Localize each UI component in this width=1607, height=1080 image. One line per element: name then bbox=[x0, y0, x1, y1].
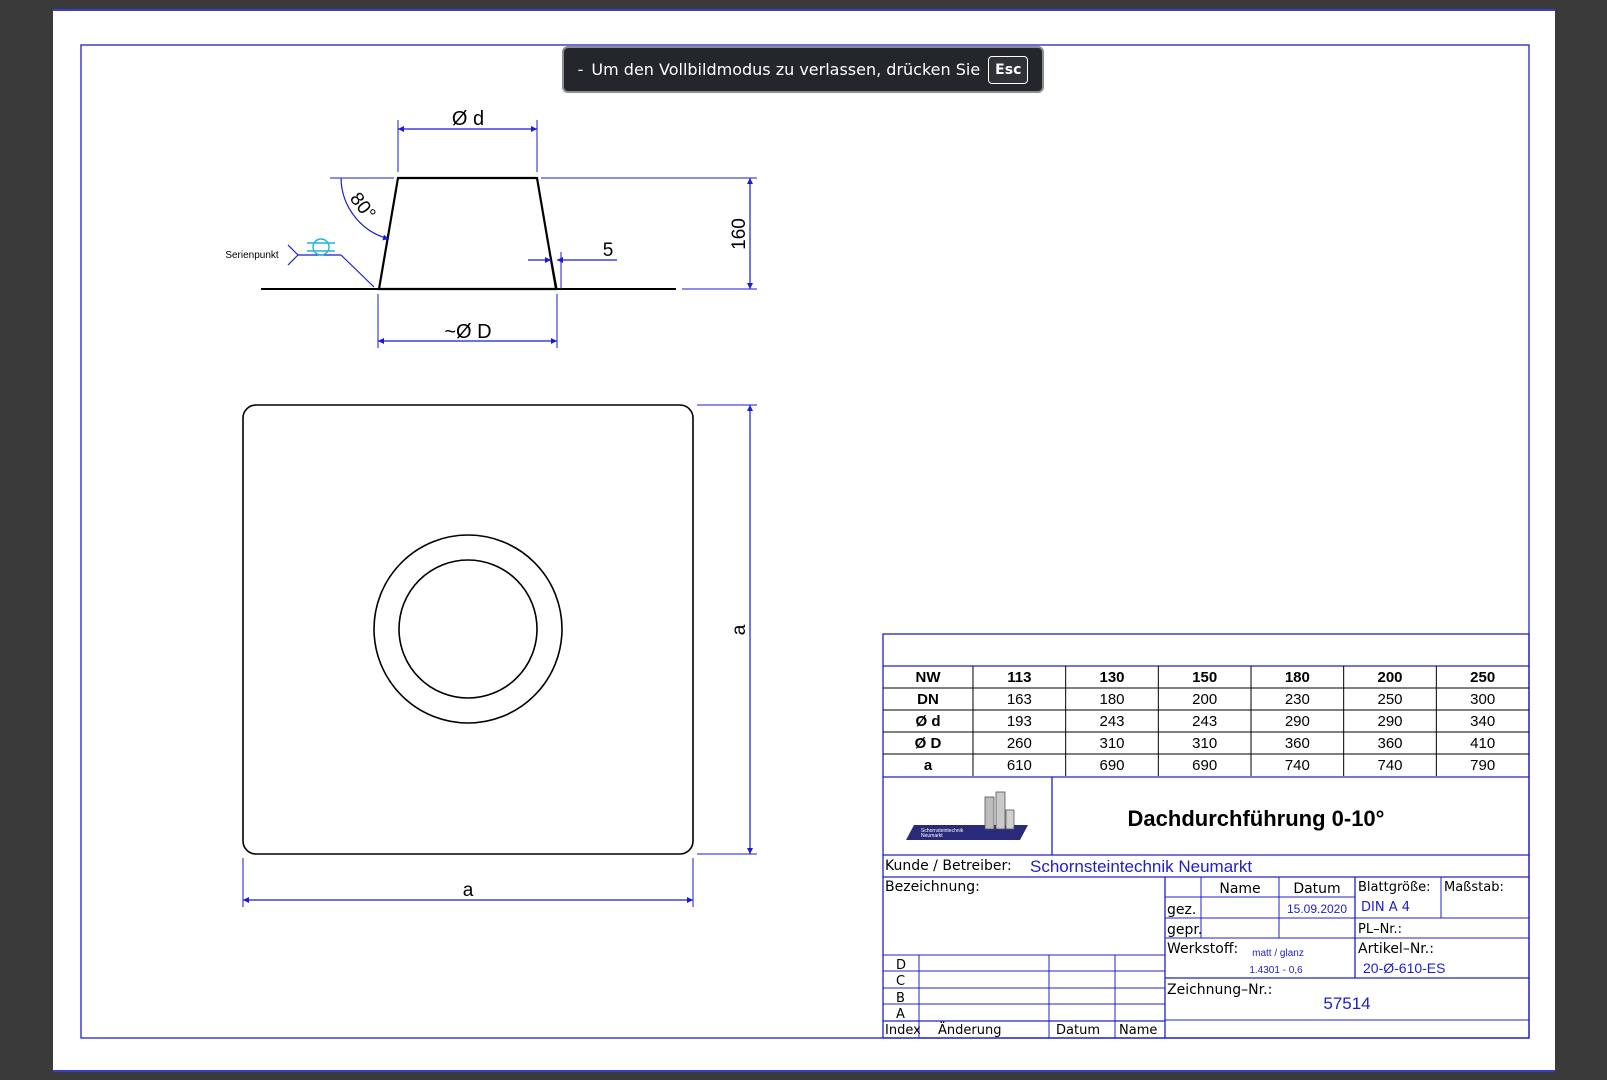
dim-label-wall: 5 bbox=[603, 240, 614, 261]
table-cell: 360 bbox=[1285, 735, 1310, 752]
table-column-header: 150 bbox=[1192, 669, 1217, 686]
designation-label: Bezeichnung: bbox=[885, 879, 980, 895]
leader-tail bbox=[287, 254, 299, 266]
table-column-header: 200 bbox=[1377, 669, 1402, 686]
dimension-table-cells: NW 113 130 150 180 200 250 DN 163 180 200 230 250 300… bbox=[915, 669, 1496, 774]
table-column-header: 250 bbox=[1470, 669, 1495, 686]
wall-line bbox=[550, 256, 558, 290]
table-cell: 690 bbox=[1099, 757, 1124, 774]
table-cell: 260 bbox=[1007, 735, 1032, 752]
table-cell: 740 bbox=[1377, 757, 1402, 774]
table-column-header: 130 bbox=[1099, 669, 1124, 686]
logo-text: Neumarkt bbox=[921, 833, 943, 839]
table-cell: 163 bbox=[1007, 691, 1032, 708]
table-cell: 290 bbox=[1377, 713, 1402, 730]
table-row-header: DN bbox=[917, 691, 939, 708]
drawn-label: gez. bbox=[1167, 902, 1196, 918]
table-cell: 690 bbox=[1192, 757, 1217, 774]
logo-pipe bbox=[984, 796, 995, 830]
article-label: Artikel–Nr.: bbox=[1358, 941, 1434, 957]
revision-letter: D bbox=[896, 958, 906, 973]
table-row-header: NW bbox=[916, 669, 942, 686]
company-logo: Schornsteintechnik Neumarkt bbox=[906, 791, 1028, 840]
table-cell: 610 bbox=[1007, 757, 1032, 774]
material-label: Werkstoff: bbox=[1167, 941, 1238, 957]
revision-date-header: Datum bbox=[1056, 1023, 1100, 1038]
table-cell: 230 bbox=[1285, 691, 1310, 708]
scale-label: Maßstab: bbox=[1444, 880, 1504, 895]
table-cell: 243 bbox=[1192, 713, 1217, 730]
customer-label: Kunde / Betreiber: bbox=[885, 858, 1012, 874]
table-cell: 340 bbox=[1470, 713, 1495, 730]
customer-value: Schornsteintechnik Neumarkt bbox=[1030, 857, 1252, 876]
table-row-header: Ø d bbox=[916, 713, 941, 730]
table-column-header: 113 bbox=[1007, 669, 1031, 686]
revision-index-header: Index bbox=[885, 1023, 921, 1038]
table-cell: 250 bbox=[1377, 691, 1402, 708]
inner-circle bbox=[398, 559, 538, 699]
weld-symbol-icon bbox=[312, 238, 330, 256]
article-value: 20-Ø-610-ES bbox=[1363, 960, 1445, 976]
table-column-header: 180 bbox=[1285, 669, 1310, 686]
top-view: a a bbox=[242, 404, 757, 907]
table-cell: 290 bbox=[1285, 713, 1310, 730]
material-finish: matt / glanz bbox=[1252, 948, 1304, 959]
drawing-title: Dachdurchführung 0-10° bbox=[1128, 806, 1385, 831]
checked-label: gepr. bbox=[1167, 922, 1202, 938]
notice-dash: - bbox=[577, 60, 584, 79]
dim-label-d: Ø d bbox=[452, 108, 484, 130]
technical-drawing: Ø d ~Ø D 160 80° 5 Serienpunkt a a NW 11… bbox=[80, 44, 1530, 1039]
sheet-size-label: Blattgröße: bbox=[1358, 880, 1431, 895]
dim-label-a-vertical: a bbox=[729, 624, 750, 635]
table-row-header: a bbox=[924, 757, 933, 774]
table-cell: 360 bbox=[1377, 735, 1402, 752]
date-header: Datum bbox=[1293, 881, 1340, 897]
dim-label-a-horizontal: a bbox=[463, 880, 474, 901]
dim-label-height: 160 bbox=[729, 218, 750, 250]
table-cell: 243 bbox=[1099, 713, 1124, 730]
revision-letter: A bbox=[896, 1007, 905, 1022]
material-grade: 1.4301 - 0,6 bbox=[1249, 965, 1303, 976]
table-row-header: Ø D bbox=[915, 735, 942, 752]
table-cell: 300 bbox=[1470, 691, 1495, 708]
dim-label-D: ~Ø D bbox=[444, 321, 491, 343]
drawing-sheet: Ø d ~Ø D 160 80° 5 Serienpunkt a a NW 11… bbox=[53, 9, 1555, 1072]
table-cell: 180 bbox=[1099, 691, 1124, 708]
sheet-size-value: DIN A 4 bbox=[1361, 900, 1410, 915]
leader-line bbox=[340, 254, 375, 288]
base-plate bbox=[242, 404, 694, 855]
notice-message: Um den Vollbildmodus zu verlassen, drück… bbox=[591, 60, 981, 79]
outer-circle bbox=[373, 534, 563, 724]
revision-letter: C bbox=[896, 974, 905, 989]
revision-letter: B bbox=[896, 991, 905, 1006]
side-view: Ø d ~Ø D 160 80° 5 Serienpunkt bbox=[225, 108, 757, 348]
logo-pipe bbox=[995, 791, 1006, 830]
table-cell: 740 bbox=[1285, 757, 1310, 774]
cone-outline bbox=[377, 176, 558, 291]
table-cell: 310 bbox=[1192, 735, 1217, 752]
logo-pipe bbox=[1005, 809, 1015, 830]
drawn-date: 15.09.2020 bbox=[1287, 902, 1347, 916]
series-point-label: Serienpunkt bbox=[225, 250, 279, 261]
table-cell: 200 bbox=[1192, 691, 1217, 708]
angle-label: 80° bbox=[345, 189, 379, 225]
fullscreen-exit-notice: - Um den Vollbildmodus zu verlassen, drü… bbox=[562, 46, 1044, 93]
name-header: Name bbox=[1219, 881, 1260, 897]
table-cell: 790 bbox=[1470, 757, 1495, 774]
esc-key-badge[interactable]: Esc bbox=[988, 55, 1029, 84]
table-cell: 310 bbox=[1099, 735, 1124, 752]
pl-number-label: PL–Nr.: bbox=[1358, 922, 1402, 937]
revision-change-header: Änderung bbox=[938, 1022, 1001, 1038]
table-cell: 193 bbox=[1007, 713, 1032, 730]
table-cell: 410 bbox=[1470, 735, 1495, 752]
title-block: NW 113 130 150 180 200 250 DN 163 180 200 230 250 300… bbox=[882, 633, 1530, 1039]
drawing-number-label: Zeichnung–Nr.: bbox=[1167, 982, 1272, 998]
drawing-number-value: 57514 bbox=[1323, 994, 1370, 1013]
leader-tail bbox=[287, 244, 299, 256]
revision-name-header: Name bbox=[1119, 1023, 1157, 1038]
